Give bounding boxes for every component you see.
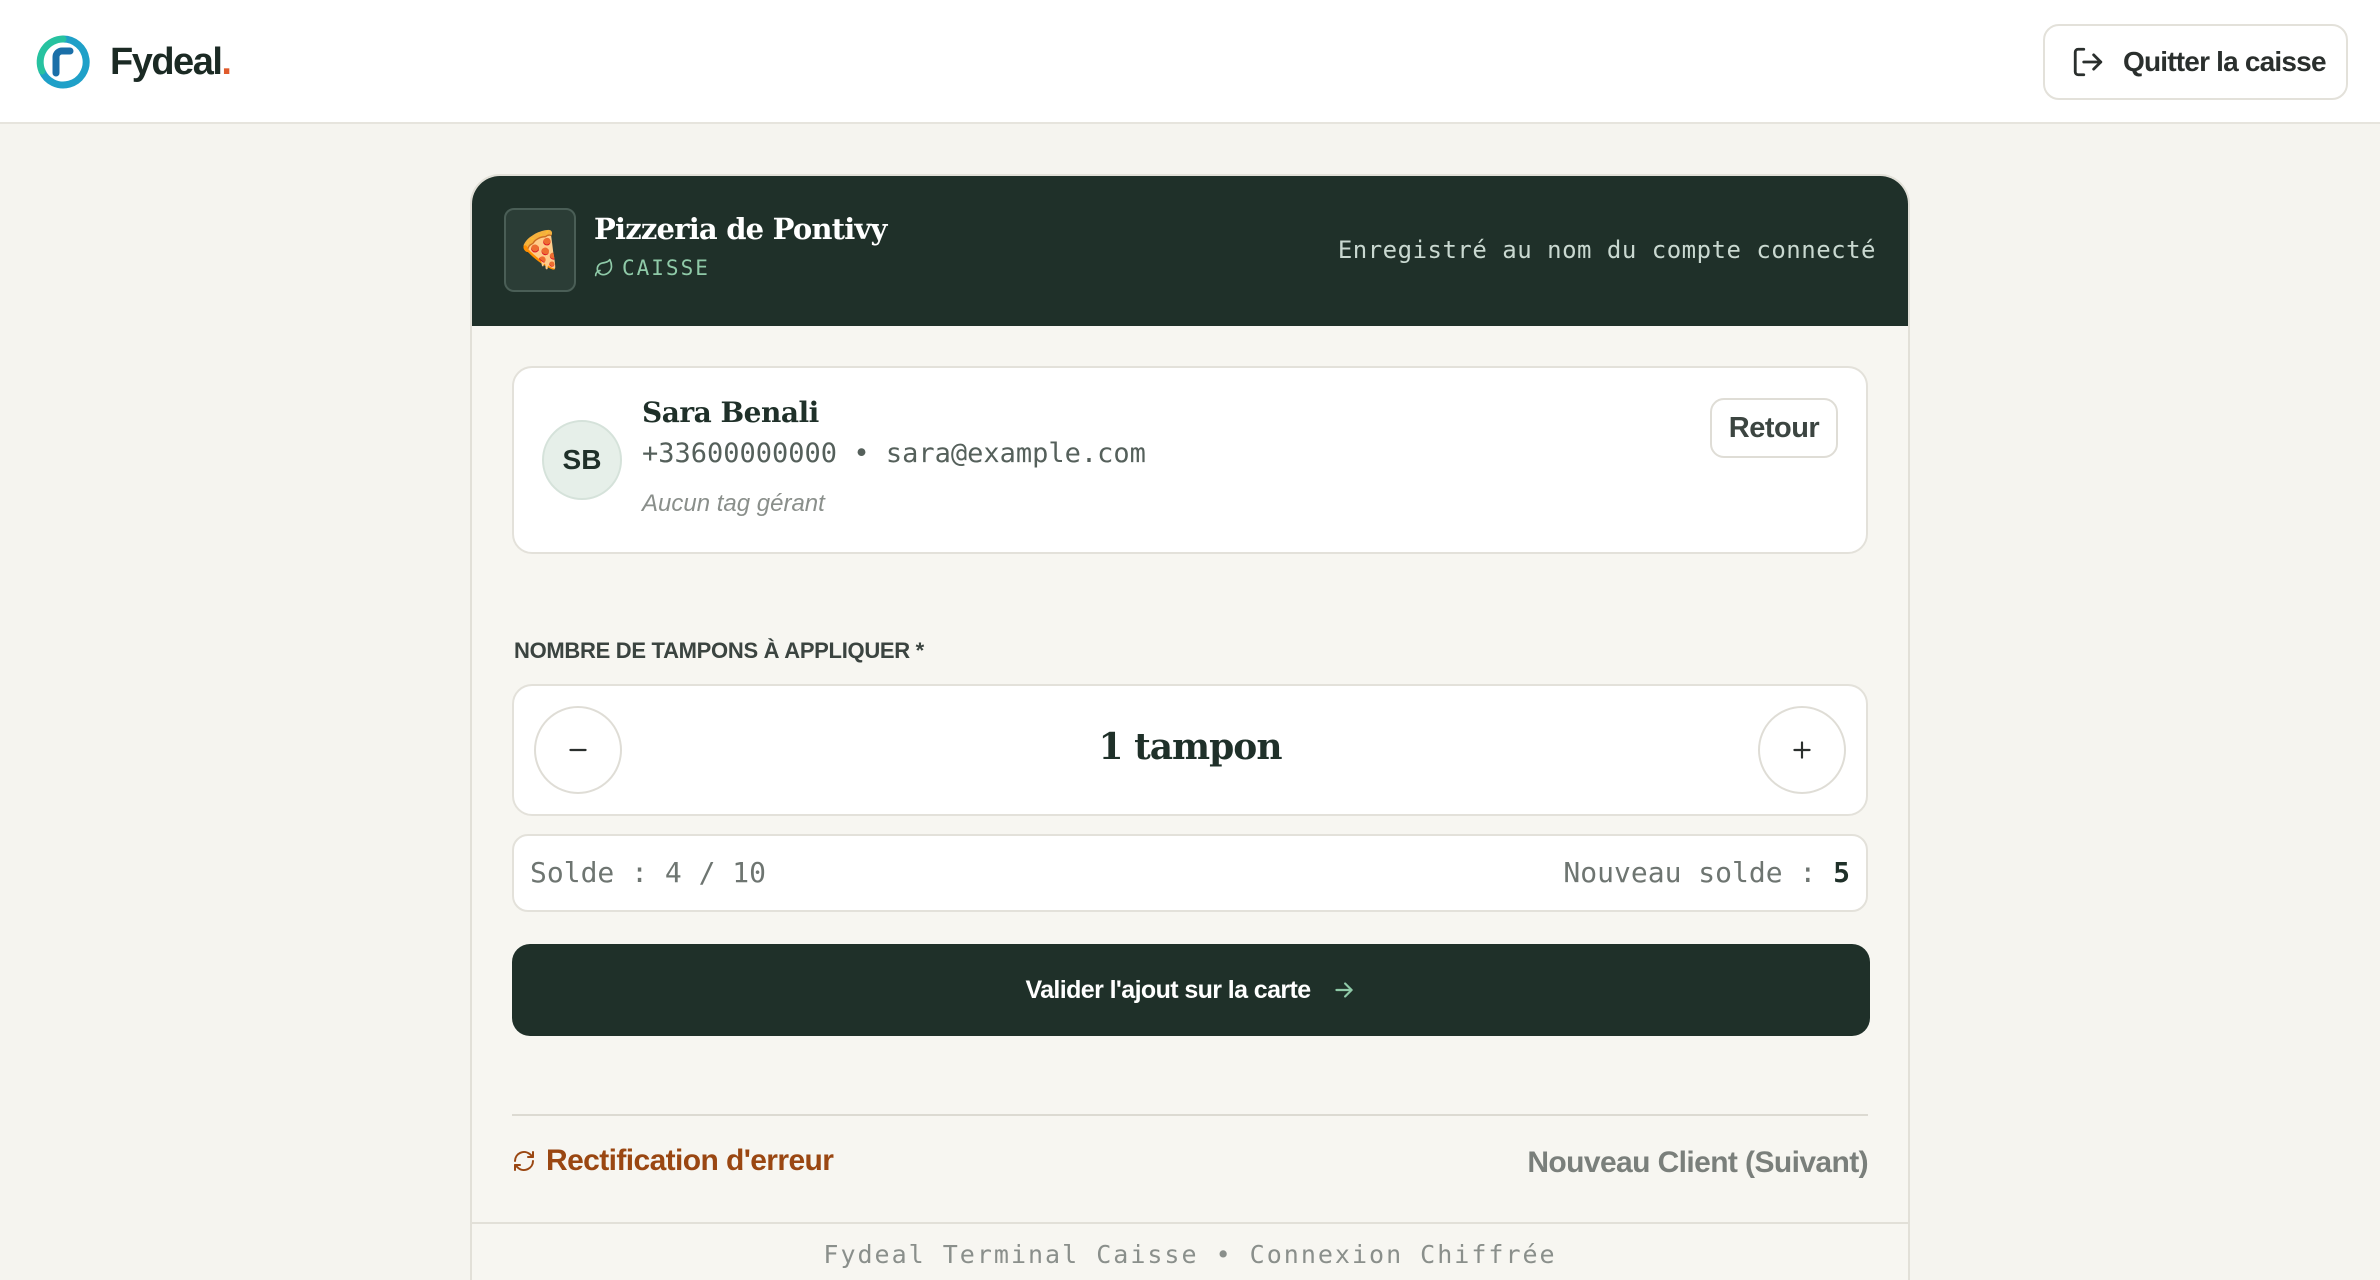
pizza-icon: 🍕 [504, 208, 576, 292]
divider [512, 1114, 1868, 1116]
account-note: Enregistré au nom du compte connecté [1337, 236, 1876, 264]
balance-box: Solde : 4 / 10 Nouveau solde : 5 [512, 834, 1868, 912]
rectify-error-button[interactable]: Rectification d'erreur [512, 1144, 834, 1178]
stamps-value: 1 tampon [1098, 726, 1283, 768]
quit-register-label: Quitter la caisse [2123, 46, 2327, 77]
footer-divider [472, 1222, 1908, 1224]
current-balance: Solde : 4 / 10 [530, 856, 767, 889]
customer-tags: Aucun tag gérant [642, 490, 825, 517]
logout-icon [2073, 47, 2103, 77]
stamps-field-label: NOMBRE DE TAMPONS À APPLIQUER * [514, 638, 924, 663]
rectify-error-label: Rectification d'erreur [546, 1144, 834, 1177]
back-button[interactable]: Retour [1710, 398, 1838, 458]
customer-name: Sara Benali [642, 396, 819, 429]
top-bar: Fydeal. Quitter la caisse [0, 0, 2380, 124]
arrow-right-icon [1334, 982, 1353, 998]
leaf-icon [594, 258, 613, 277]
brand-dot: . [221, 40, 232, 83]
new-balance: Nouveau solde : 5 [1563, 856, 1850, 889]
validate-button[interactable]: Valider l'ajout sur la carte [512, 944, 1870, 1036]
avatar: SB [542, 420, 622, 500]
new-balance-value: 5 [1833, 856, 1850, 889]
customer-contact: +33600000000 • sara@example.com [642, 438, 1146, 469]
register-card: 🍕 Pizzeria de Pontivy CAISSE Enregistré … [470, 174, 1910, 1280]
fydeal-logo-icon [36, 35, 90, 89]
brand[interactable]: Fydeal. [36, 34, 232, 90]
increment-button[interactable] [1758, 706, 1846, 794]
card-header: 🍕 Pizzeria de Pontivy CAISSE Enregistré … [472, 176, 1908, 326]
brand-name: Fydeal [110, 40, 223, 83]
validate-label: Valider l'ajout sur la carte [1025, 975, 1311, 1004]
plus-icon [1793, 741, 1811, 759]
refresh-icon [514, 1151, 534, 1171]
card-footer: Fydeal Terminal Caisse • Connexion Chiff… [823, 1240, 1557, 1269]
stamps-stepper: 1 tampon [512, 684, 1868, 816]
shop-name: Pizzeria de Pontivy [594, 212, 887, 246]
shop-subtitle-label: CAISSE [622, 256, 710, 280]
customer-card: SB Sara Benali +33600000000 • sara@examp… [512, 366, 1868, 554]
quit-register-button[interactable]: Quitter la caisse [2043, 24, 2348, 100]
new-balance-label: Nouveau solde : [1563, 856, 1834, 889]
shop-subtitle: CAISSE [594, 256, 710, 280]
next-client-button[interactable]: Nouveau Client (Suivant) [1527, 1146, 1868, 1180]
